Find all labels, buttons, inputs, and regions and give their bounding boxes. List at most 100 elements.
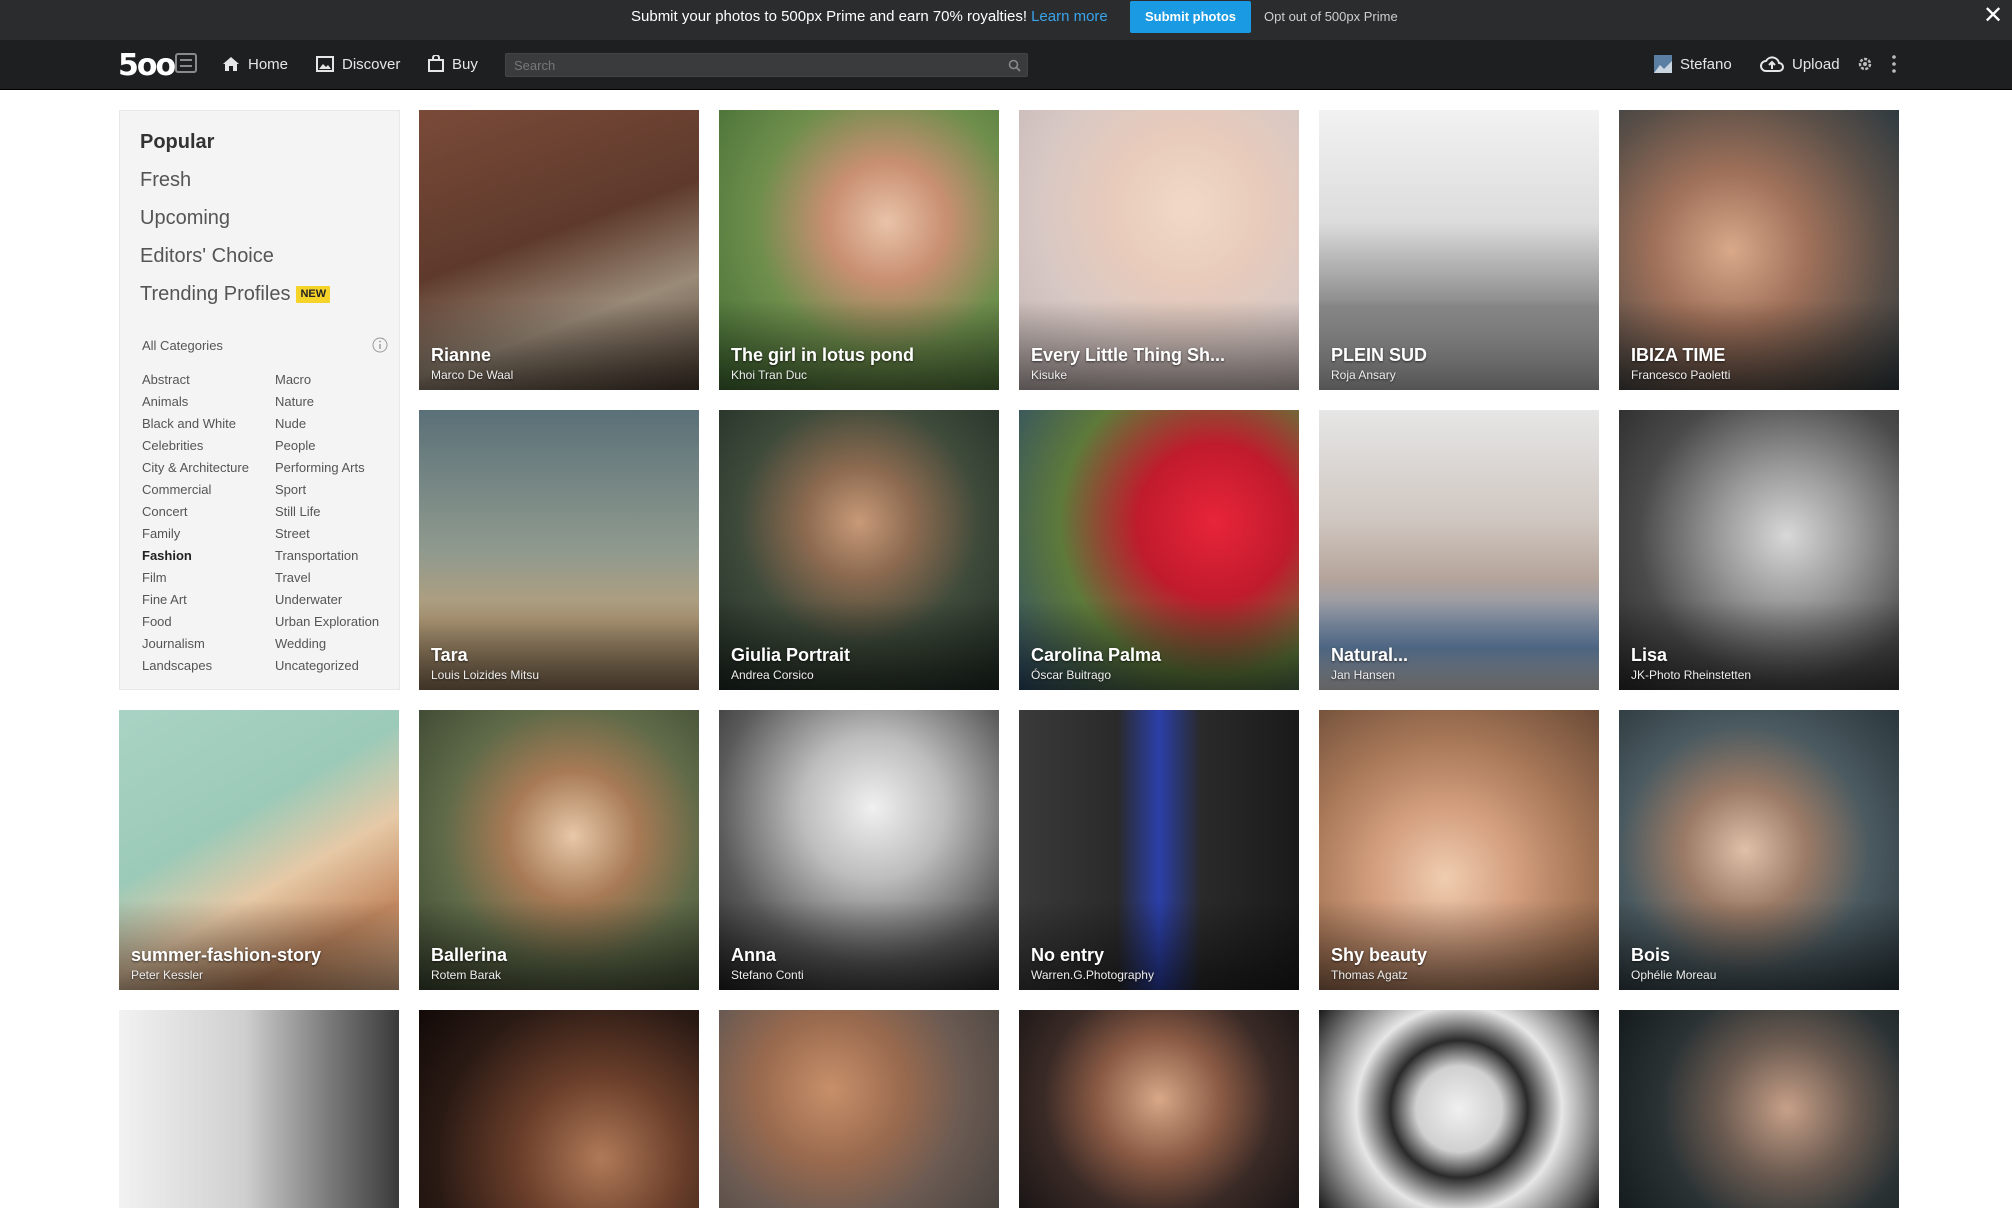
photo-tile[interactable]: No entry Warren.G.Photography	[1019, 710, 1299, 990]
search-icon[interactable]	[1008, 59, 1021, 72]
photo-title[interactable]: Every Little Thing Sh...	[1031, 345, 1225, 366]
photo-title[interactable]: summer-fashion-story	[131, 945, 321, 966]
photo-tile[interactable]: Rianne Marco De Waal	[419, 110, 699, 390]
photo-author[interactable]: Stefano Conti	[731, 968, 804, 982]
photo-tile[interactable]: Tara Louis Loizides Mitsu	[419, 410, 699, 690]
photo-author[interactable]: Thomas Agatz	[1331, 968, 1408, 982]
search-bar[interactable]	[505, 53, 1028, 77]
category-item[interactable]: Commercial	[142, 479, 249, 501]
category-item[interactable]: Abstract	[142, 369, 249, 391]
category-item[interactable]: Street	[275, 523, 379, 545]
more-button[interactable]	[1892, 40, 1904, 90]
user-menu[interactable]: Stefano	[1654, 40, 1732, 90]
photo-tile[interactable]	[119, 1010, 399, 1208]
nav-home[interactable]: Home	[222, 40, 288, 90]
search-input[interactable]	[506, 54, 1027, 76]
photo-tile[interactable]: Lisa JK-Photo Rheinstetten	[1619, 410, 1899, 690]
category-item[interactable]: Sport	[275, 479, 379, 501]
photo-title[interactable]: Natural...	[1331, 645, 1408, 666]
photo-tile[interactable]: Bois Ophélie Moreau	[1619, 710, 1899, 990]
photo-tile[interactable]: Natural... Jan Hansen	[1319, 410, 1599, 690]
photo-tile[interactable]: The girl in lotus pond Khoi Tran Duc	[719, 110, 999, 390]
photo-tile[interactable]	[1019, 1010, 1299, 1208]
info-icon[interactable]	[372, 337, 388, 353]
photo-tile[interactable]: Carolina Palma Óscar Buitrago	[1019, 410, 1299, 690]
photo-tile[interactable]: summer-fashion-story Peter Kessler	[119, 710, 399, 990]
photo-title[interactable]: Giulia Portrait	[731, 645, 850, 666]
photo-author[interactable]: Marco De Waal	[431, 368, 513, 382]
photo-title[interactable]: Lisa	[1631, 645, 1667, 666]
category-item[interactable]: Underwater	[275, 589, 379, 611]
photo-author[interactable]: JK-Photo Rheinstetten	[1631, 668, 1751, 682]
category-item-active[interactable]: Fashion	[142, 545, 249, 567]
category-item[interactable]: Celebrities	[142, 435, 249, 457]
category-item[interactable]: Travel	[275, 567, 379, 589]
photo-title[interactable]: IBIZA TIME	[1631, 345, 1725, 366]
photo-title[interactable]: Carolina Palma	[1031, 645, 1161, 666]
nav-buy[interactable]: Buy	[428, 40, 478, 90]
category-item[interactable]: City & Architecture	[142, 457, 249, 479]
upload-button[interactable]: Upload	[1760, 40, 1840, 90]
photo-author[interactable]: Warren.G.Photography	[1031, 968, 1154, 982]
photo-tile[interactable]: PLEIN SUD Roja Ansary	[1319, 110, 1599, 390]
photo-tile[interactable]	[1319, 1010, 1599, 1208]
photo-author[interactable]: Ophélie Moreau	[1631, 968, 1716, 982]
feed-upcoming[interactable]: Upcoming	[140, 203, 330, 241]
feed-popular[interactable]: Popular	[140, 127, 330, 165]
photo-title[interactable]: Tara	[431, 645, 468, 666]
nav-discover[interactable]: Discover	[316, 40, 400, 90]
photo-author[interactable]: Andrea Corsico	[731, 668, 814, 682]
category-item[interactable]: Urban Exploration	[275, 611, 379, 633]
category-item[interactable]: Performing Arts	[275, 457, 379, 479]
photo-tile[interactable]	[1619, 1010, 1899, 1208]
category-item[interactable]: People	[275, 435, 379, 457]
feed-trending-profiles[interactable]: Trending Profiles NEW	[140, 279, 331, 317]
photo-tile[interactable]	[719, 1010, 999, 1208]
photo-tile[interactable]: Shy beauty Thomas Agatz	[1319, 710, 1599, 990]
category-item[interactable]: Nature	[275, 391, 379, 413]
logo[interactable]: 5oo	[118, 48, 176, 83]
category-item[interactable]: Transportation	[275, 545, 379, 567]
photo-author[interactable]: Peter Kessler	[131, 968, 203, 982]
photo-tile[interactable]: Anna Stefano Conti	[719, 710, 999, 990]
opt-out-link[interactable]: Opt out of 500px Prime	[1264, 0, 1398, 33]
category-item[interactable]: Fine Art	[142, 589, 249, 611]
photo-title[interactable]: PLEIN SUD	[1331, 345, 1427, 366]
photo-tile[interactable]: Every Little Thing Sh... Kisuke	[1019, 110, 1299, 390]
category-item[interactable]: Still Life	[275, 501, 379, 523]
category-item[interactable]: Landscapes	[142, 655, 249, 677]
category-item[interactable]: Nude	[275, 413, 379, 435]
photo-author[interactable]: Rotem Barak	[431, 968, 501, 982]
feed-editors-choice[interactable]: Editors' Choice	[140, 241, 330, 279]
photo-title[interactable]: Anna	[731, 945, 776, 966]
submit-photos-button[interactable]: Submit photos	[1130, 1, 1251, 33]
feed-fresh[interactable]: Fresh	[140, 165, 330, 203]
learn-more-link[interactable]: Learn more	[1031, 8, 1108, 25]
photo-author[interactable]: Khoi Tran Duc	[731, 368, 807, 382]
photo-author[interactable]: Jan Hansen	[1331, 668, 1395, 682]
category-item[interactable]: Family	[142, 523, 249, 545]
photo-title[interactable]: Ballerina	[431, 945, 507, 966]
category-item[interactable]: Film	[142, 567, 249, 589]
menu-icon[interactable]	[175, 53, 197, 73]
photo-title[interactable]: Shy beauty	[1331, 945, 1427, 966]
photo-tile[interactable]	[419, 1010, 699, 1208]
category-item[interactable]: Animals	[142, 391, 249, 413]
photo-title[interactable]: The girl in lotus pond	[731, 345, 914, 366]
photo-title[interactable]: Bois	[1631, 945, 1670, 966]
photo-author[interactable]: Óscar Buitrago	[1031, 668, 1111, 682]
category-item[interactable]: Black and White	[142, 413, 249, 435]
photo-tile[interactable]: IBIZA TIME Francesco Paoletti	[1619, 110, 1899, 390]
all-categories-link[interactable]: All Categories	[142, 338, 223, 353]
photo-tile[interactable]: Ballerina Rotem Barak	[419, 710, 699, 990]
category-item[interactable]: Wedding	[275, 633, 379, 655]
photo-author[interactable]: Roja Ansary	[1331, 368, 1396, 382]
close-icon[interactable]: ✕	[1983, 3, 2003, 29]
category-item[interactable]: Journalism	[142, 633, 249, 655]
category-item[interactable]: Uncategorized	[275, 655, 379, 677]
photo-author[interactable]: Louis Loizides Mitsu	[431, 668, 539, 682]
photo-author[interactable]: Kisuke	[1031, 368, 1067, 382]
photo-author[interactable]: Francesco Paoletti	[1631, 368, 1730, 382]
photo-tile[interactable]: Giulia Portrait Andrea Corsico	[719, 410, 999, 690]
category-item[interactable]: Macro	[275, 369, 379, 391]
